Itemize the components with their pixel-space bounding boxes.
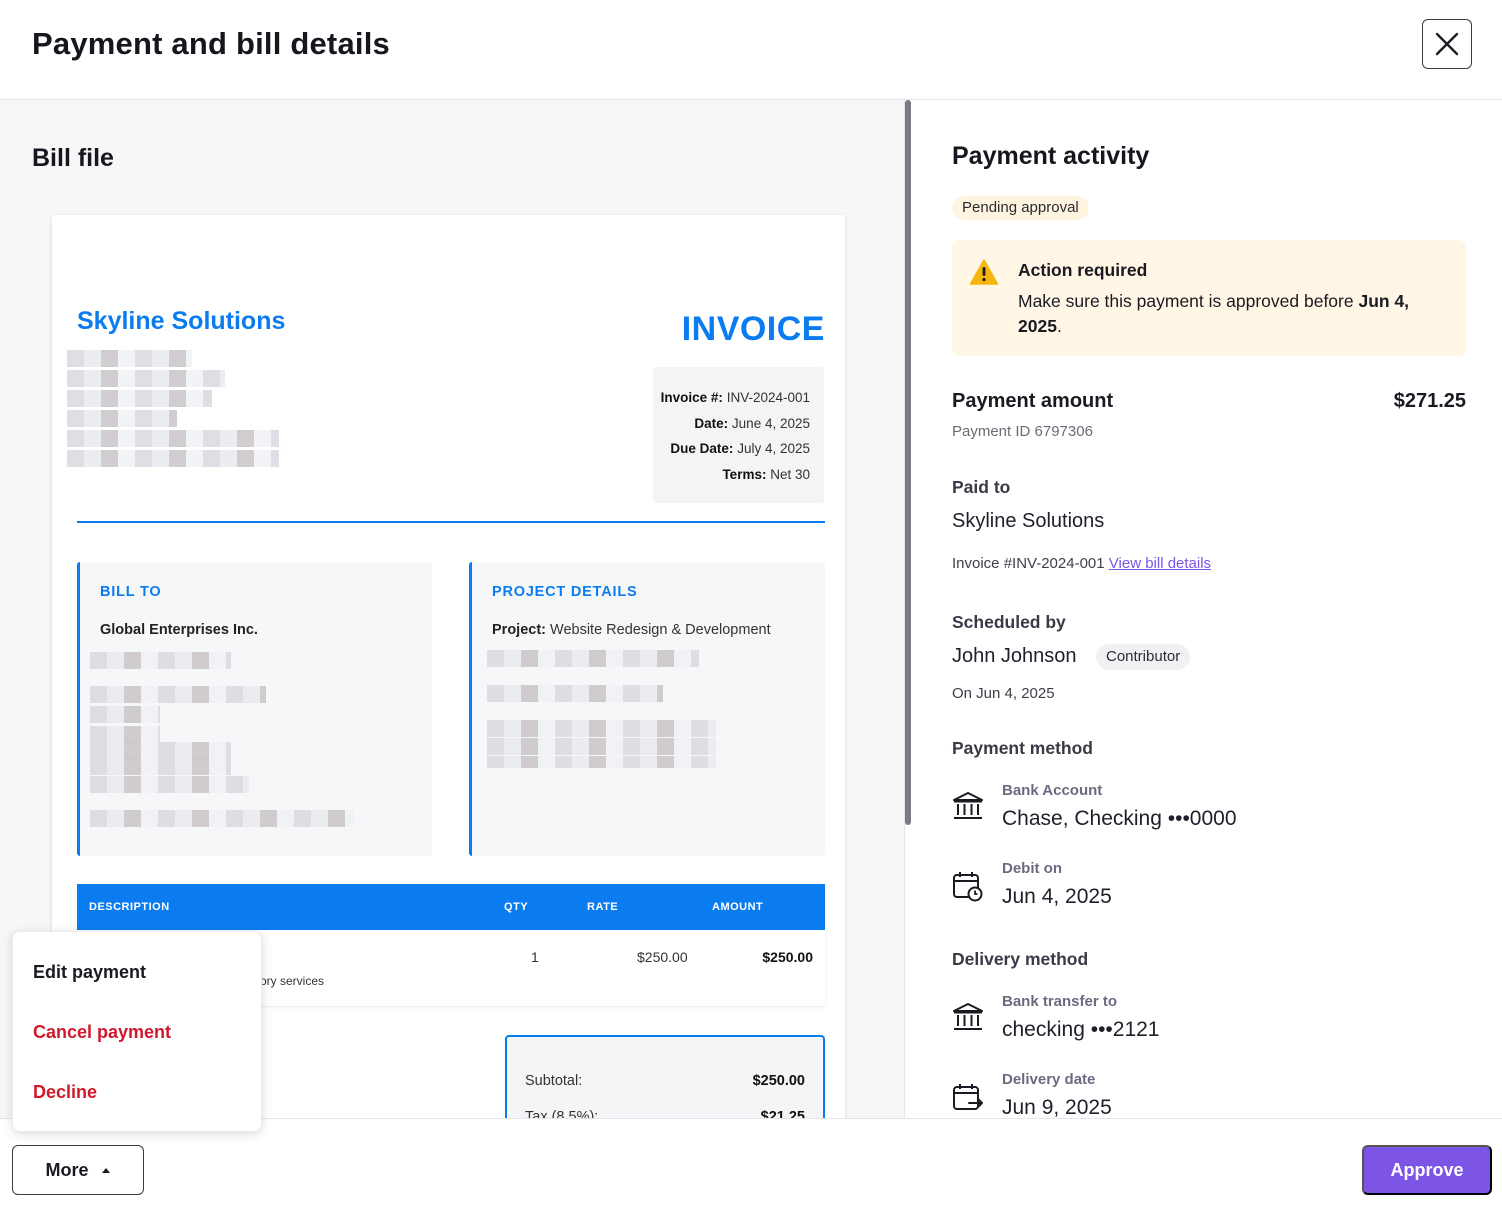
debit-on-value: Jun 4, 2025 xyxy=(1002,885,1112,908)
delivery-date-label: Delivery date xyxy=(1002,1071,1096,1088)
redacted-text xyxy=(90,810,354,827)
scheduled-date: On Jun 4, 2025 xyxy=(952,685,1055,702)
cancel-payment-menu-item[interactable]: Cancel payment xyxy=(33,1022,171,1043)
bill-file-scrollbar-thumb[interactable] xyxy=(905,100,911,825)
invoice-company: Skyline Solutions xyxy=(77,307,286,335)
bank-transfer-label: Bank transfer to xyxy=(1002,993,1118,1010)
bank-transfer-value: checking •••2121 xyxy=(1002,1018,1160,1041)
redacted-text xyxy=(487,685,663,702)
line-item-qty: 1 xyxy=(531,949,539,965)
redacted-text xyxy=(90,742,231,759)
line-item-amount: $250.00 xyxy=(762,949,813,965)
invoice-divider xyxy=(77,521,825,523)
invoice-meta-row: Invoice #: INV-2024-001 xyxy=(660,390,810,405)
edit-payment-menu-item[interactable]: Edit payment xyxy=(33,962,146,983)
subtotal-label: Subtotal: xyxy=(525,1073,583,1089)
payment-activity-pane[interactable]: Payment activity Pending approval Action… xyxy=(912,100,1502,1118)
delivery-method-label: Delivery method xyxy=(952,949,1089,969)
close-button[interactable] xyxy=(1422,19,1472,69)
approve-button[interactable]: Approve xyxy=(1362,1145,1492,1195)
project-details-card: PROJECT DETAILS Project: Website Redesig… xyxy=(469,562,825,856)
column-rate: RATE xyxy=(587,901,619,913)
redacted-address xyxy=(67,370,225,387)
line-items-header: DESCRIPTION QTY RATE AMOUNT xyxy=(77,884,825,930)
column-qty: QTY xyxy=(504,901,529,913)
subtotal-value: $250.00 xyxy=(752,1073,805,1089)
redacted-text xyxy=(90,652,231,669)
paid-to-label: Paid to xyxy=(952,477,1011,497)
payment-activity-title: Payment activity xyxy=(952,142,1150,170)
bill-file-title: Bill file xyxy=(32,144,114,172)
scheduled-by-label: Scheduled by xyxy=(952,612,1066,632)
payment-amount-value: $271.25 xyxy=(1393,390,1466,412)
redacted-address xyxy=(67,410,177,427)
tax-value: $21.25 xyxy=(760,1109,805,1118)
alert-title: Action required xyxy=(1018,260,1148,280)
caret-up-icon xyxy=(101,1168,110,1173)
delivery-date-value: Jun 9, 2025 xyxy=(1002,1096,1112,1118)
bill-to-name: Global Enterprises Inc. xyxy=(100,622,258,638)
close-icon xyxy=(1435,32,1459,56)
payment-id: Payment ID 6797306 xyxy=(952,423,1093,440)
column-description: DESCRIPTION xyxy=(89,901,170,913)
redacted-text xyxy=(90,706,160,723)
project-line: Project: Website Redesign & Development xyxy=(492,622,771,638)
redacted-address xyxy=(67,430,279,447)
more-actions-menu: Edit payment Cancel payment Decline xyxy=(12,931,262,1132)
line-item-rate: $250.00 xyxy=(637,949,688,965)
bank-icon xyxy=(953,1003,983,1030)
scheduled-by-name: John Johnson xyxy=(952,645,1077,667)
warning-icon xyxy=(969,259,999,285)
redacted-text xyxy=(487,756,716,768)
bank-account-label: Bank Account xyxy=(1002,782,1103,799)
redacted-text xyxy=(487,650,699,667)
project-heading: PROJECT DETAILS xyxy=(492,584,638,600)
bank-icon xyxy=(953,792,983,819)
redacted-text xyxy=(487,738,716,755)
tax-label: Tax (8.5%): xyxy=(525,1109,599,1118)
invoice-heading: INVOICE xyxy=(681,310,825,348)
modal-header: Payment and bill details xyxy=(0,0,1502,100)
invoice-meta: Invoice #: INV-2024-001 Date: June 4, 20… xyxy=(653,367,824,503)
bank-account-value: Chase, Checking •••0000 xyxy=(1002,807,1237,830)
paid-to-invoice: Invoice #INV-2024-001 View bill details xyxy=(952,555,1212,572)
more-button-label: More xyxy=(45,1159,89,1180)
invoice-meta-row: Due Date: July 4, 2025 xyxy=(670,441,810,456)
bill-to-card: BILL TO Global Enterprises Inc. xyxy=(77,562,432,856)
role-badge: Contributor xyxy=(1096,644,1191,670)
invoice-meta-row: Terms: Net 30 xyxy=(722,466,810,482)
redacted-text xyxy=(487,720,716,737)
calendar-arrow-icon xyxy=(953,1084,983,1110)
redacted-address xyxy=(67,350,192,367)
payment-amount-label: Payment amount xyxy=(952,390,1114,412)
view-bill-details-link[interactable]: View bill details xyxy=(1109,555,1211,572)
redacted-text xyxy=(90,726,160,743)
calendar-clock-icon xyxy=(953,872,983,902)
invoice-summary: Subtotal: $250.00 Tax (8.5%): $21.25 xyxy=(505,1035,825,1118)
redacted-text xyxy=(90,758,231,775)
line-item-description: ory services xyxy=(260,974,325,988)
decline-menu-item[interactable]: Decline xyxy=(33,1082,97,1103)
payment-method-label: Payment method xyxy=(952,738,1093,758)
alert-message: Make sure this payment is approved befor… xyxy=(1018,291,1410,336)
action-required-alert: Action required Make sure this payment i… xyxy=(952,240,1466,356)
invoice-meta-row: Date: June 4, 2025 xyxy=(694,415,810,431)
more-button[interactable]: More xyxy=(12,1145,144,1195)
redacted-text xyxy=(90,776,249,793)
bill-to-heading: BILL TO xyxy=(100,584,162,600)
debit-on-label: Debit on xyxy=(1002,860,1062,877)
column-amount: AMOUNT xyxy=(712,901,764,913)
redacted-address xyxy=(67,390,212,407)
redacted-address xyxy=(67,450,279,467)
paid-to-name: Skyline Solutions xyxy=(952,510,1105,532)
redacted-text xyxy=(90,686,266,703)
status-badge: Pending approval xyxy=(952,196,1089,220)
modal-title: Payment and bill details xyxy=(32,26,390,61)
